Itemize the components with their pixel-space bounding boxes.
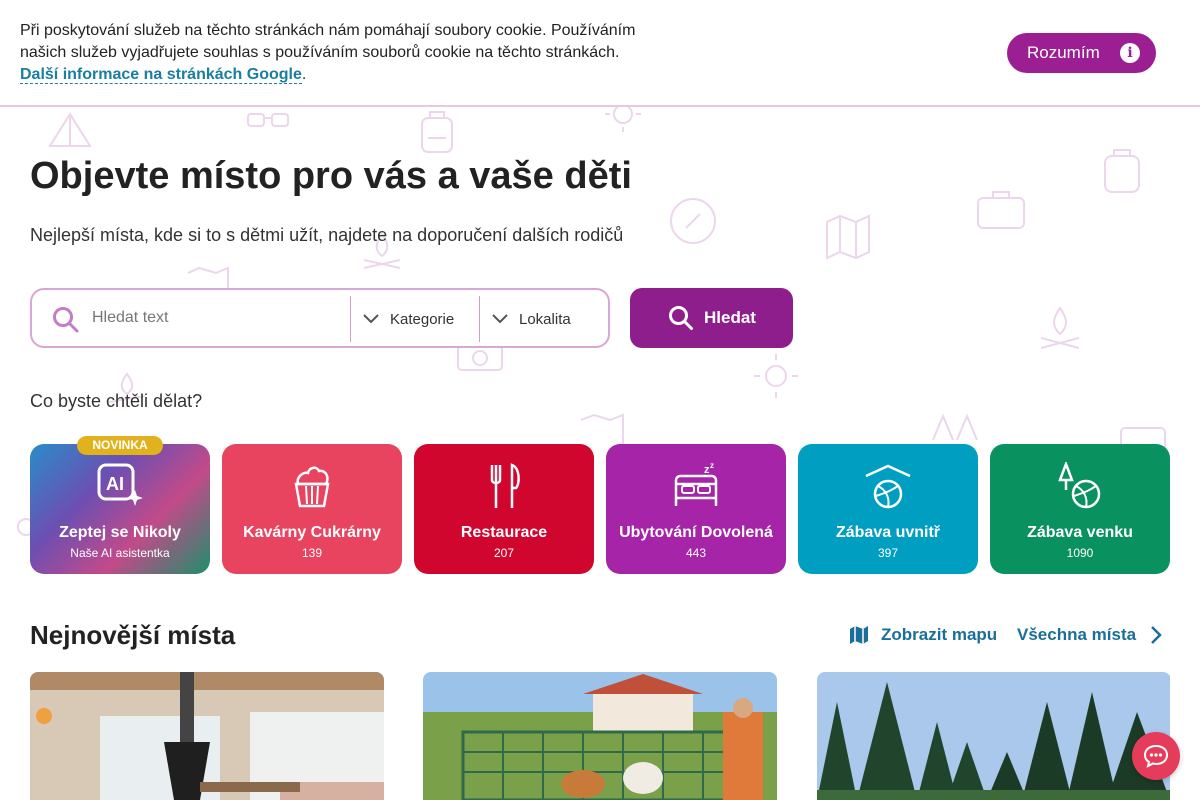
category-title: Kavárny Cukrárny	[243, 524, 381, 541]
page-subtitle: Nejlepší místa, kde si to s dětmi užít, …	[30, 225, 624, 245]
ai-icon: AI	[97, 463, 143, 506]
search-bar: Kategorie Lokalita	[30, 288, 610, 348]
page-title: Objevte místo pro vás a vaše děti	[30, 155, 632, 197]
category-card-restaurants[interactable]: Restaurace 207	[414, 444, 594, 574]
campfire-doodle-icon	[1040, 306, 1080, 349]
search-divider	[479, 296, 480, 342]
location-select-label: Lokalita	[519, 310, 571, 328]
search-icon	[53, 307, 79, 333]
place-photo[interactable]	[817, 672, 1171, 800]
chat-bubble-icon	[1143, 744, 1169, 768]
search-button[interactable]: Hledat	[630, 288, 793, 348]
category-card-cafes[interactable]: Kavárny Cukrárny 139	[222, 444, 402, 574]
backpack2-doodle-icon	[1104, 149, 1140, 193]
place-photo-farm	[423, 672, 777, 800]
chevron-right-icon	[1151, 626, 1162, 644]
category-title: Restaurace	[460, 524, 548, 541]
svg-text:z: z	[710, 462, 714, 470]
category-count: 443	[685, 546, 707, 560]
chat-button[interactable]	[1132, 732, 1180, 780]
search-divider	[350, 296, 351, 342]
category-select-label: Kategorie	[390, 310, 455, 328]
category-count: 207	[493, 546, 515, 560]
cookie-accept-label: Rozumím	[1027, 43, 1100, 62]
cookie-bar: Při poskytování služeb na těchto stránká…	[0, 0, 1200, 107]
category-count: 139	[301, 546, 323, 560]
bed-icon: z z	[674, 462, 718, 506]
place-photo[interactable]	[30, 672, 384, 800]
tents-doodle-icon	[932, 413, 978, 441]
all-places-label: Všechna místa	[1017, 625, 1137, 644]
category-card-outdoor[interactable]: Zábava venku 1090	[990, 444, 1170, 574]
category-title: Zeptej se Nikoly	[59, 524, 181, 541]
chevron-down-icon	[492, 314, 508, 324]
indoor-ball-icon	[865, 464, 911, 509]
cookie-message: Při poskytování služeb na těchto stránká…	[20, 20, 660, 86]
place-photo[interactable]	[423, 672, 777, 800]
outdoor-ball-icon	[1058, 462, 1101, 509]
category-count: 397	[877, 546, 899, 560]
search-input[interactable]	[92, 302, 347, 334]
map-icon	[850, 626, 868, 644]
category-select[interactable]: Kategorie	[362, 298, 480, 340]
cupcake-icon	[294, 466, 330, 508]
fork-knife-icon	[490, 463, 520, 508]
category-count: 1090	[1066, 546, 1094, 560]
show-map-label: Zobrazit mapu	[881, 625, 998, 644]
activities-heading: Co byste chtěli dělat?	[30, 391, 203, 411]
newest-places-heading: Nejnovější místa	[30, 620, 236, 650]
category-card-ai[interactable]: NOVINKA AI Zeptej se Nikoly Naše AI asis…	[30, 436, 210, 574]
sun2-doodle-icon	[754, 354, 798, 398]
category-title: Ubytování Dovolená	[619, 524, 773, 541]
suitcase-doodle-icon	[977, 191, 1025, 229]
category-card-accommodation[interactable]: z z Ubytování Dovolená 443	[606, 444, 786, 574]
info-icon: i	[1120, 43, 1140, 63]
backpack-doodle-icon	[421, 111, 453, 153]
show-map-link[interactable]: Zobrazit mapu	[849, 625, 997, 645]
place-photo-forest	[817, 672, 1170, 800]
svg-text:AI: AI	[106, 474, 124, 494]
search-button-label: Hledat	[704, 308, 756, 327]
map-doodle-icon	[826, 214, 870, 260]
location-select[interactable]: Lokalita	[491, 298, 601, 340]
cookie-accept-button[interactable]: Rozumím i	[1007, 33, 1156, 73]
category-title: Zábava uvnitř	[835, 524, 941, 541]
place-photo-interior	[30, 672, 384, 800]
compass-doodle-icon	[670, 198, 716, 244]
category-title: Zábava venku	[1027, 524, 1133, 541]
category-subtitle: Naše AI asistentka	[70, 546, 170, 560]
category-card-indoor[interactable]: Zábava uvnitř 397	[798, 444, 978, 574]
new-badge: NOVINKA	[77, 436, 163, 455]
all-places-link[interactable]: Všechna místa	[1017, 625, 1162, 645]
chevron-down-icon	[363, 314, 379, 324]
cookie-link-suffix: .	[301, 66, 307, 83]
search-icon	[669, 306, 693, 330]
glasses-doodle-icon	[247, 113, 289, 127]
cookie-text: Při poskytování služeb na těchto stránká…	[20, 22, 636, 61]
cookie-more-info-link[interactable]: Další informace na stránkách Google	[20, 66, 302, 84]
tent-doodle-icon	[48, 112, 92, 147]
